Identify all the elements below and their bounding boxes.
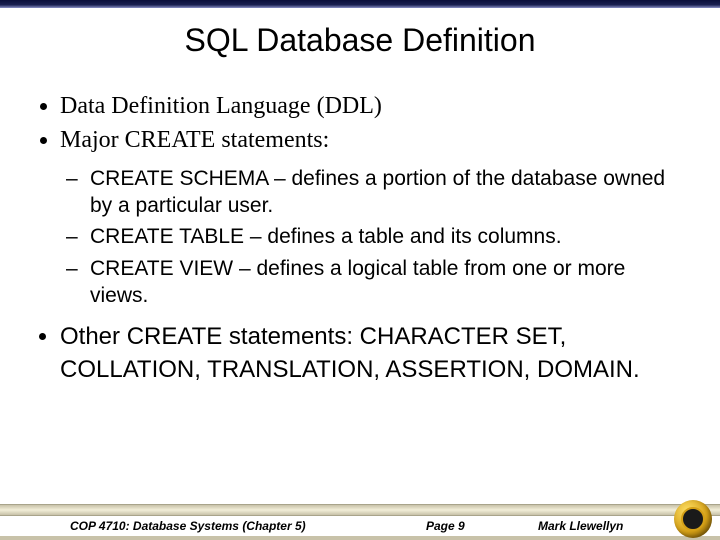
bullet-other-create: Other CREATE statements: CHARACTER SET, … bbox=[60, 321, 688, 386]
slide-footer: COP 4710: Database Systems (Chapter 5) P… bbox=[0, 516, 720, 536]
bullet-major-create: Major CREATE statements: bbox=[60, 124, 688, 156]
bottom-accent-bar bbox=[0, 536, 720, 540]
footer-course: COP 4710: Database Systems (Chapter 5) bbox=[70, 519, 306, 533]
subbullet-create-schema: CREATE SCHEMA – defines a portion of the… bbox=[66, 165, 688, 220]
slide-content: Data Definition Language (DDL) Major CRE… bbox=[32, 90, 688, 388]
footer-author: Mark Llewellyn bbox=[538, 519, 623, 533]
top-accent-bar bbox=[0, 0, 720, 8]
ucf-logo-icon bbox=[674, 500, 712, 538]
subbullet-create-view: CREATE VIEW – defines a logical table fr… bbox=[66, 255, 688, 310]
bullet-ddl: Data Definition Language (DDL) bbox=[60, 90, 688, 122]
footer-page: Page 9 bbox=[426, 519, 465, 533]
subbullet-create-table: CREATE TABLE – defines a table and its c… bbox=[66, 223, 688, 250]
ucf-logo-inner bbox=[681, 507, 705, 531]
footer-accent-band bbox=[0, 504, 720, 516]
slide-title: SQL Database Definition bbox=[0, 22, 720, 59]
